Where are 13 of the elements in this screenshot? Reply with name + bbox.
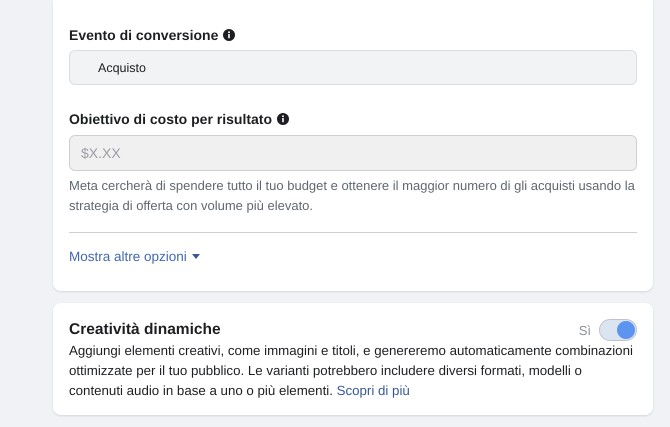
conversion-event-dropdown[interactable]: Acquisto (69, 50, 637, 85)
section-title: Creatività dinamiche (69, 321, 222, 339)
caret-icon (192, 254, 200, 259)
info-icon (277, 113, 290, 125)
learn-more-link[interactable]: Scopri di più (336, 383, 410, 398)
more-options-link[interactable]: Mostra altre opzioni (69, 249, 200, 264)
toggle-switch[interactable] (599, 319, 637, 341)
field-label: Evento di conversione (69, 27, 218, 43)
toggle-label: Sì (578, 322, 591, 338)
help-text: Meta cercherà di spendere tutto il tuo budget e ottenere il maggior numero di gli acquisti usando la strategia di offerta con volume più elevato. (69, 177, 636, 215)
description-text: Aggiungi elementi creativi, come immagini e titoli, e genereremo automaticamente combinazioni ottimizzate per il tuo pubblico. Le varianti potrebbero includere diversi formati, modelli o contenuti audio in base a uno o più elementi. Scopri di più (69, 342, 634, 400)
info-icon (223, 29, 236, 41)
field-label: Obiettivo di costo per risultato (69, 111, 272, 127)
